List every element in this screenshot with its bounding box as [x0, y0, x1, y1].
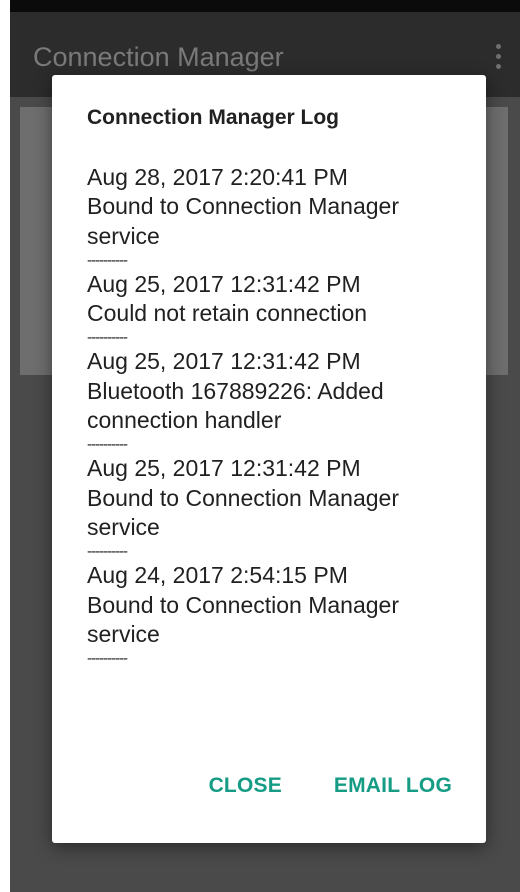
- email-log-button[interactable]: EMAIL LOG: [334, 774, 452, 798]
- close-button[interactable]: CLOSE: [209, 774, 282, 798]
- log-timestamp: Aug 28, 2017 2:20:41 PM: [87, 164, 348, 190]
- log-message: Bound to Connection Manager service: [87, 193, 399, 249]
- log-entry: Aug 25, 2017 12:31:42 PM Bluetooth 16788…: [87, 347, 459, 454]
- log-timestamp: Aug 25, 2017 12:31:42 PM: [87, 348, 361, 375]
- log-separator: ----------: [87, 251, 128, 269]
- more-vert-icon[interactable]: [496, 44, 502, 70]
- dialog-title: Connection Manager Log: [87, 106, 339, 129]
- log-message: Bound to Connection Manager service: [87, 591, 399, 647]
- log-separator: ----------: [87, 650, 128, 668]
- log-message: Bound to Connection Manager service: [87, 484, 399, 540]
- screen-edge: [0, 0, 10, 892]
- log-message: Bluetooth 167889226: Added connection ha…: [87, 377, 384, 434]
- log-message: Could not retain connection: [87, 300, 368, 327]
- log-separator: ----------: [87, 329, 128, 347]
- status-bar: [10, 0, 520, 12]
- app-title: Connection Manager: [33, 42, 284, 72]
- log-entry: Aug 24, 2017 2:54:15 PM Bound to Connect…: [87, 561, 459, 668]
- log-separator: ----------: [87, 436, 128, 454]
- log-timestamp: Aug 25, 2017 12:31:42 PM: [87, 270, 361, 297]
- log-separator: ----------: [87, 543, 128, 561]
- log-entry: Aug 28, 2017 2:20:41 PM Bound to Connect…: [87, 163, 459, 270]
- log-timestamp: Aug 24, 2017 2:54:15 PM: [87, 562, 348, 589]
- log-list: Aug 28, 2017 2:20:41 PM Bound to Connect…: [87, 163, 459, 668]
- log-timestamp: Aug 25, 2017 12:31:42 PM: [87, 455, 361, 482]
- log-entry: Aug 25, 2017 12:31:42 PM Bound to Connec…: [87, 454, 459, 561]
- log-entry: Aug 25, 2017 12:31:42 PM Could not retai…: [87, 270, 459, 348]
- dialog-actions: CLOSE EMAIL LOG: [209, 774, 452, 798]
- log-dialog: Connection Manager Log Aug 28, 2017 2:20…: [52, 75, 486, 843]
